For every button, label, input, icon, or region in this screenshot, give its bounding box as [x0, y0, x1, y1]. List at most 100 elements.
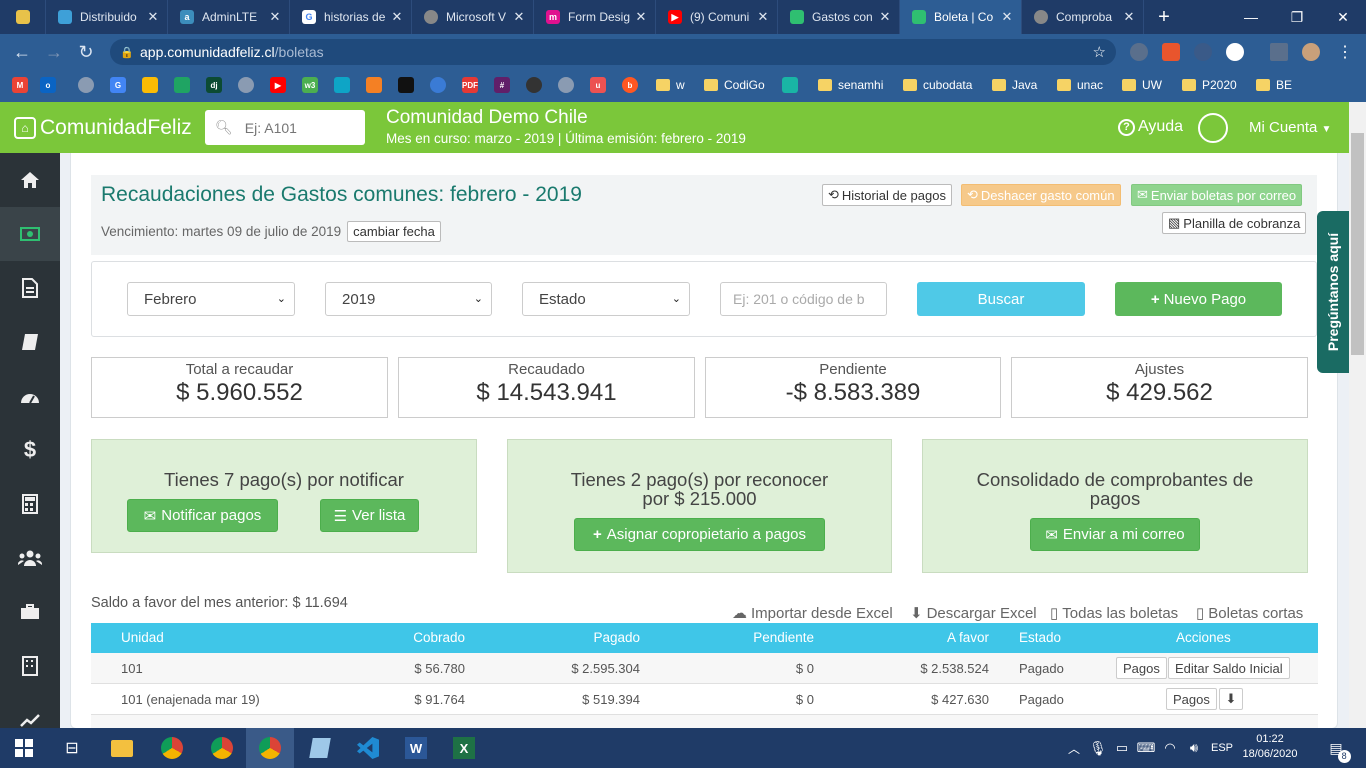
bookmark-folder-p2020[interactable]: P2020 [1182, 76, 1237, 94]
download-excel-link[interactable]: ⬇ Descargar Excel [910, 604, 1037, 623]
user-avatar-icon[interactable] [1198, 113, 1228, 143]
profile-avatar[interactable] [1302, 43, 1320, 61]
tab-0[interactable]: Distribuido ✕ [46, 0, 168, 34]
bookmark-folder-java[interactable]: Java [992, 76, 1037, 94]
assign-owner-button[interactable]: + Asignar copropietario a pagos [574, 518, 825, 551]
bookmark-udemy[interactable]: u [590, 76, 606, 94]
column-header[interactable]: Pagado [593, 630, 640, 645]
payment-history-button[interactable]: ⟲ Historial de pagos [822, 184, 952, 206]
vscode-icon[interactable] [344, 728, 392, 768]
bookmark-outlook[interactable]: o [40, 76, 56, 94]
close-icon[interactable]: ✕ [877, 9, 893, 25]
bookmark-folder-unac[interactable]: unac [1057, 76, 1103, 94]
chrome-icon[interactable] [198, 728, 246, 768]
bookmark-blogger[interactable]: b [622, 76, 638, 94]
reload-icon[interactable]: ↻ [74, 40, 98, 64]
sidebar-item-dashboard[interactable] [0, 369, 60, 423]
language-indicator[interactable]: ESP [1206, 728, 1238, 768]
microphone-icon[interactable]: 🎙︎ [1086, 728, 1110, 768]
bookmark-app[interactable] [334, 76, 350, 94]
column-header[interactable]: Unidad [121, 630, 164, 645]
sidebar-item-book[interactable] [0, 315, 60, 369]
battery-icon[interactable]: ▭ [1110, 728, 1134, 768]
file-explorer-icon[interactable] [98, 728, 146, 768]
notes-app-icon[interactable] [296, 728, 344, 768]
bookmark-drive[interactable] [174, 76, 190, 94]
url-field[interactable]: 🔒 app.comunidadfeliz.cl/boletas ☆ [110, 39, 1116, 65]
bookmark-codigo-icon[interactable] [782, 76, 798, 94]
bookmark-cloud[interactable] [430, 76, 446, 94]
help-link[interactable]: ? Ayuda [1118, 118, 1183, 136]
sidebar-item-building[interactable] [0, 639, 60, 693]
tab-5[interactable]: ▶ (9) Comuni ✕ [656, 0, 778, 34]
bookmark-folder-uw[interactable]: UW [1122, 76, 1162, 94]
close-icon[interactable]: ✕ [267, 9, 283, 25]
bookmark-pdf[interactable]: PDF [462, 76, 478, 94]
sidebar-item-users[interactable] [0, 531, 60, 585]
notification-center-icon[interactable]: ▤ 8 [1314, 728, 1358, 768]
tab-1[interactable]: a AdminLTE ✕ [168, 0, 290, 34]
close-icon[interactable]: ✕ [633, 9, 649, 25]
payments-button[interactable]: Pagos [1116, 657, 1167, 679]
bookmark-star-icon[interactable]: ☆ [1093, 43, 1106, 61]
tab-4[interactable]: m Form Desig ✕ [534, 0, 656, 34]
bookmark-globe[interactable] [78, 76, 94, 94]
tab-6[interactable]: Gastos con ✕ [778, 0, 900, 34]
undo-expense-button[interactable]: ⟲ Deshacer gasto común [961, 184, 1121, 206]
bookmark-folder-be[interactable]: BE [1256, 76, 1292, 94]
change-date-button[interactable]: cambiar fecha [347, 221, 441, 242]
view-list-button[interactable]: ☰ Ver lista [320, 499, 419, 532]
all-bills-link[interactable]: ▯ Todas las boletas [1050, 604, 1178, 623]
excel-icon[interactable]: X [440, 728, 488, 768]
minimize-button[interactable]: — [1228, 0, 1274, 34]
bookmark-keep[interactable] [142, 76, 158, 94]
status-select[interactable]: Estado ⌄ [522, 282, 690, 316]
bookmark-globe-3[interactable] [558, 76, 574, 94]
scrollbar-thumb[interactable] [1351, 133, 1364, 355]
bookmark-django[interactable]: dj [206, 76, 222, 94]
sidebar-item-calculator[interactable] [0, 477, 60, 531]
sidebar-item-briefcase[interactable] [0, 585, 60, 639]
close-icon[interactable]: ✕ [511, 9, 527, 25]
bookmark-translate[interactable]: G [110, 76, 126, 94]
column-header[interactable]: Cobrado [413, 630, 465, 645]
bookmark-w3[interactable]: w3 [302, 76, 318, 94]
tab-8[interactable]: Comproba ✕ [1022, 0, 1144, 34]
windows-start-icon[interactable] [0, 728, 48, 768]
send-bills-email-button[interactable]: ✉ Enviar boletas por correo [1131, 184, 1303, 206]
bookmark-folder-cubodata[interactable]: cubodata [903, 76, 972, 94]
tab-3[interactable]: Microsoft V ✕ [412, 0, 534, 34]
unit-search-input[interactable] [244, 119, 355, 136]
new-payment-button[interactable]: + Nuevo Pago [1115, 282, 1282, 316]
wifi-icon[interactable]: ◠ [1158, 728, 1182, 768]
extension-icon[interactable] [1162, 43, 1180, 61]
restore-button[interactable]: ❐ [1274, 0, 1320, 34]
network-icon[interactable]: ⌨ [1134, 728, 1158, 768]
bookmark-globe-2[interactable] [238, 76, 254, 94]
month-select[interactable]: Febrero ⌄ [127, 282, 295, 316]
tab-7-active[interactable]: Boleta | Co ✕ [900, 0, 1022, 34]
sidebar-item-documents[interactable] [0, 261, 60, 315]
download-button[interactable]: ⬇ [1219, 688, 1243, 710]
unit-code-input[interactable]: Ej: 201 o código de b [720, 282, 887, 316]
sidebar-item-home[interactable] [0, 153, 60, 207]
back-icon[interactable]: ← [10, 40, 34, 64]
import-excel-link[interactable]: ☁ Importar desde Excel [732, 604, 893, 623]
column-header[interactable]: A favor [947, 630, 989, 645]
account-menu[interactable]: Mi Cuenta ▼ [1249, 119, 1331, 136]
new-tab-button[interactable]: + [1144, 0, 1184, 34]
bookmark-youtube[interactable]: ▶ [270, 76, 286, 94]
system-clock[interactable]: 01:22 18/06/2020 [1238, 732, 1302, 762]
bookmark-folder-codigo[interactable]: CodiGo [704, 76, 765, 94]
extension-icon[interactable] [1226, 43, 1244, 61]
sidebar-item-finance[interactable]: $ [0, 423, 60, 477]
app-logo[interactable]: ⌂ ComunidadFeliz [14, 116, 192, 140]
bookmark-slack[interactable]: # [494, 76, 510, 94]
tab-overview-icon[interactable] [0, 0, 46, 34]
chevron-up-icon[interactable]: ︿ [1062, 728, 1086, 768]
menu-kebab-icon[interactable]: ⋮ [1336, 43, 1354, 61]
extension-icon[interactable] [1194, 43, 1212, 61]
tab-2[interactable]: Ghistorias de ✕ [290, 0, 412, 34]
close-icon[interactable]: ✕ [999, 9, 1015, 25]
chrome-active-icon[interactable] [246, 728, 294, 768]
